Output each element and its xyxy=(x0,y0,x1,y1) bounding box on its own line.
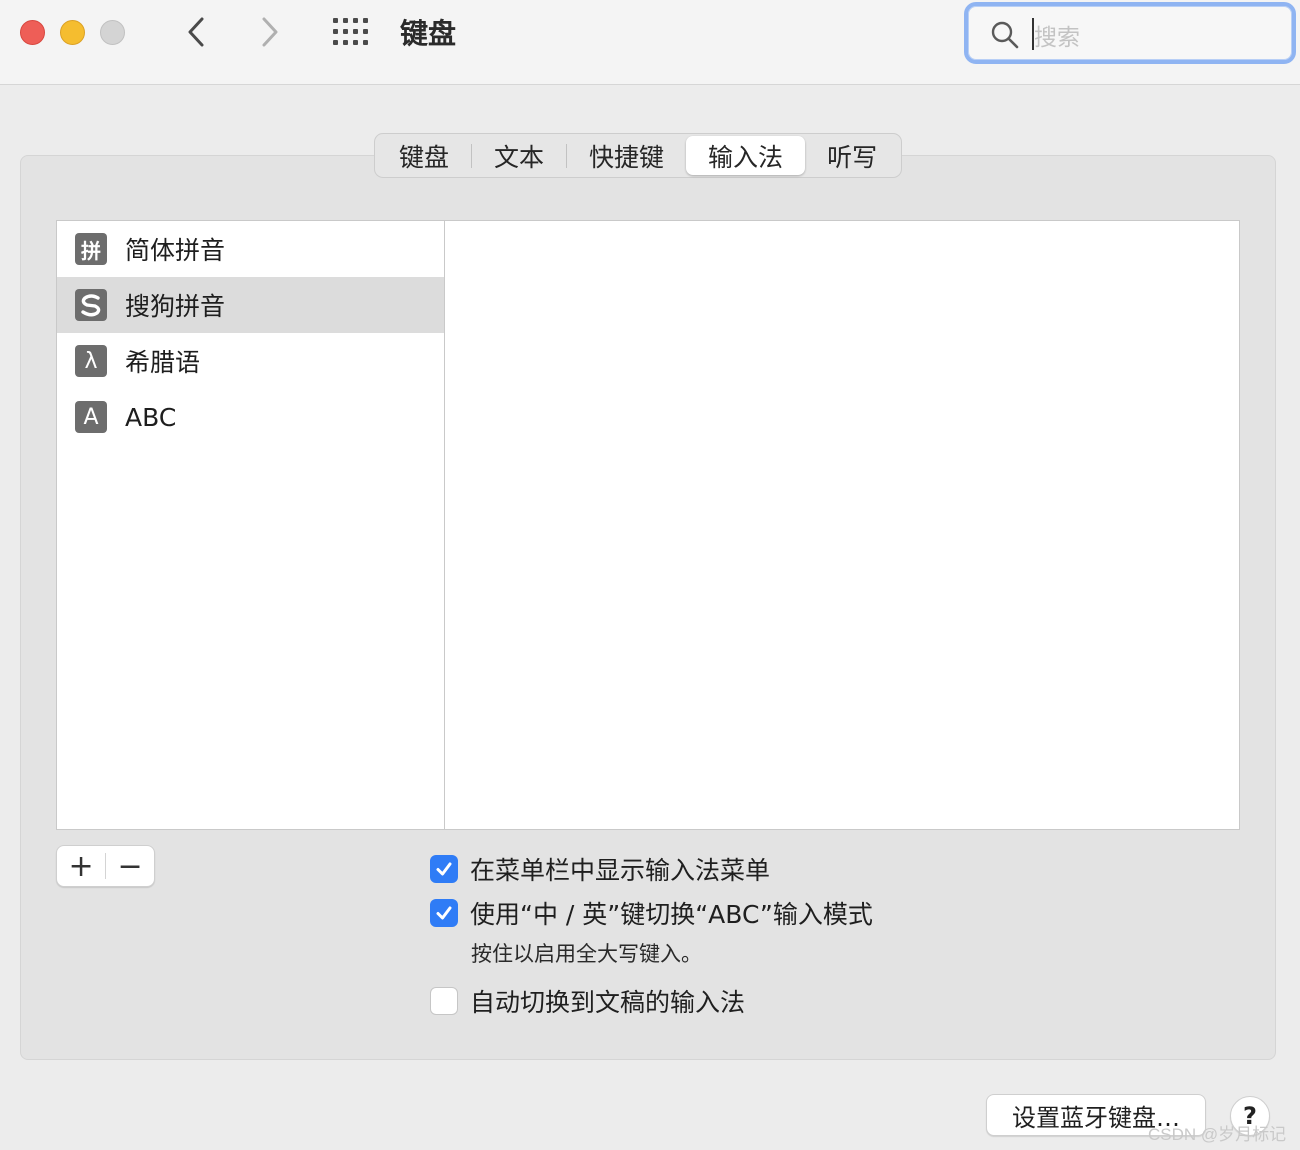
tab-dictation[interactable]: 听写 xyxy=(805,136,899,175)
show-all-button[interactable] xyxy=(332,17,370,47)
show-input-menu-checkbox[interactable] xyxy=(430,855,458,883)
close-window-button[interactable] xyxy=(20,20,45,45)
search-icon xyxy=(991,21,1019,49)
search-field[interactable]: 搜索 xyxy=(964,2,1296,64)
chevron-left-icon xyxy=(188,17,204,47)
checkmark-icon xyxy=(436,862,452,876)
zoom-window-button[interactable] xyxy=(100,20,125,45)
tab-text[interactable]: 文本 xyxy=(472,136,566,175)
back-button[interactable] xyxy=(180,14,214,50)
auto-switch-label: 自动切换到文稿的输入法 xyxy=(470,988,746,1017)
tab-bar: 键盘 文本 快捷键 输入法 听写 xyxy=(374,133,903,178)
sogou-icon xyxy=(75,289,107,321)
title-bar: 键盘 搜索 xyxy=(0,0,1300,85)
list-item-abc[interactable]: A ABC xyxy=(57,389,444,445)
caps-switch-option[interactable]: 使用“中 / 英”键切换“ABC”输入模式 xyxy=(430,895,873,931)
add-remove-control: + − xyxy=(56,845,155,887)
list-item-label: 简体拼音 xyxy=(125,236,226,265)
input-sources-container: 拼 简体拼音 搜狗拼音 λ 希腊语 A ABC xyxy=(56,220,1240,830)
list-item-label: 搜狗拼音 xyxy=(125,292,226,321)
show-input-menu-label: 在菜单栏中显示输入法菜单 xyxy=(470,856,771,885)
remove-input-source-button[interactable]: − xyxy=(106,846,154,886)
auto-switch-option[interactable]: 自动切换到文稿的输入法 xyxy=(430,983,745,1019)
watermark: CSDN @岁月标记 xyxy=(1148,1125,1287,1144)
tab-keyboard[interactable]: 键盘 xyxy=(377,136,471,175)
tab-input-sources[interactable]: 输入法 xyxy=(686,136,806,175)
show-input-menu-option[interactable]: 在菜单栏中显示输入法菜单 xyxy=(430,851,770,887)
sogou-s-glyph xyxy=(81,294,101,317)
caps-switch-label: 使用“中 / 英”键切换“ABC”输入模式 xyxy=(470,900,873,929)
chevron-right-icon xyxy=(262,17,278,47)
auto-switch-checkbox[interactable] xyxy=(430,987,458,1015)
lambda-icon: λ xyxy=(75,345,107,377)
list-item-label: ABC xyxy=(125,402,177,432)
input-sources-list: 拼 简体拼音 搜狗拼音 λ 希腊语 A ABC xyxy=(57,221,445,829)
list-item-greek[interactable]: λ 希腊语 xyxy=(57,333,444,389)
list-item-label: 希腊语 xyxy=(125,348,201,377)
input-source-detail-pane xyxy=(446,221,1239,829)
list-item-simplified-pinyin[interactable]: 拼 简体拼音 xyxy=(57,221,444,277)
caps-switch-note: 按住以启用全大写键入。 xyxy=(471,942,702,966)
list-item-sogou-pinyin[interactable]: 搜狗拼音 xyxy=(57,277,444,333)
checkmark-icon xyxy=(436,906,452,920)
tab-shortcuts[interactable]: 快捷键 xyxy=(567,136,686,175)
minimize-window-button[interactable] xyxy=(60,20,85,45)
abc-icon: A xyxy=(75,401,107,433)
forward-button[interactable] xyxy=(252,14,286,50)
grid-icon xyxy=(333,18,368,45)
caps-switch-checkbox[interactable] xyxy=(430,899,458,927)
search-placeholder: 搜索 xyxy=(1034,25,1080,51)
pinyin-icon: 拼 xyxy=(75,233,107,265)
add-input-source-button[interactable]: + xyxy=(57,846,105,886)
window-title: 键盘 xyxy=(400,17,457,50)
